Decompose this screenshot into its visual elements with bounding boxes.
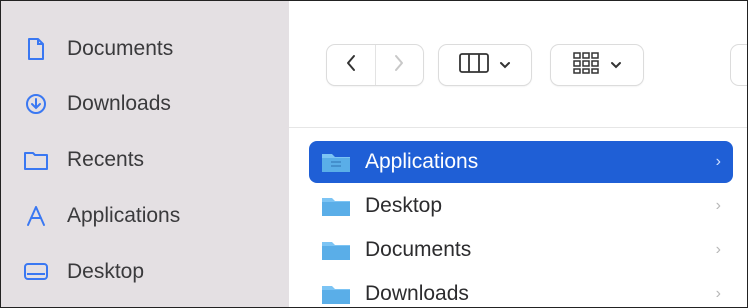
forward-button[interactable]: [375, 45, 423, 85]
folder-icon: [321, 238, 351, 262]
sidebar-item-recents[interactable]: Recents: [23, 140, 273, 180]
sidebar-item-desktop[interactable]: Desktop: [23, 252, 273, 292]
sidebar-item-downloads[interactable]: Downloads: [23, 84, 273, 124]
desktop-icon: [23, 259, 49, 285]
chevron-left-icon: [345, 54, 357, 77]
folder-icon: [321, 194, 351, 218]
applications-icon: [23, 203, 49, 229]
back-button[interactable]: [327, 45, 375, 85]
main-pane: Applications › Desktop › Documents › Dow…: [289, 1, 747, 307]
chevron-down-icon: [499, 56, 511, 74]
list-item-label: Desktop: [365, 194, 443, 217]
finder-window: Documents Downloads Recents Applications: [0, 0, 748, 308]
list-item-documents[interactable]: Documents ›: [309, 229, 733, 271]
list-item-label: Documents: [365, 238, 472, 261]
sidebar-item-label: Desktop: [67, 260, 145, 283]
sidebar-item-documents[interactable]: Documents: [23, 29, 273, 69]
folder-icon: [321, 282, 351, 306]
column-view-button[interactable]: [439, 45, 531, 85]
grid-view-icon: [572, 51, 600, 79]
list-item-label: Applications: [365, 150, 479, 173]
chevron-right-icon: ›: [715, 153, 721, 170]
download-icon: [23, 91, 49, 117]
sidebar-item-label: Recents: [67, 148, 145, 171]
file-list: Applications › Desktop › Documents › Dow…: [289, 127, 747, 307]
column-view-icon: [459, 52, 489, 78]
folder-icon: [321, 150, 351, 174]
sidebar-item-label: Documents: [67, 37, 174, 60]
list-item-desktop[interactable]: Desktop ›: [309, 185, 733, 227]
sidebar-item-label: Downloads: [67, 92, 171, 115]
sidebar: Documents Downloads Recents Applications: [1, 1, 289, 307]
list-item-label: Downloads: [365, 282, 469, 305]
chevron-down-icon: [610, 56, 622, 74]
recents-folder-icon: [23, 147, 49, 173]
sidebar-item-label: Applications: [67, 204, 181, 227]
toolbar: [289, 1, 747, 128]
sidebar-item-applications[interactable]: Applications: [23, 196, 273, 236]
list-item-applications[interactable]: Applications ›: [309, 141, 733, 183]
chevron-right-icon: ›: [715, 241, 721, 258]
chevron-right-icon: ›: [715, 285, 721, 302]
chevron-right-icon: [393, 54, 405, 77]
navigation-buttons: [327, 45, 423, 85]
chevron-right-icon: ›: [715, 197, 721, 214]
toolbar-button-partial[interactable]: [731, 45, 747, 85]
group-view-button[interactable]: [551, 45, 643, 85]
list-item-downloads[interactable]: Downloads ›: [309, 273, 733, 307]
document-icon: [23, 36, 49, 62]
